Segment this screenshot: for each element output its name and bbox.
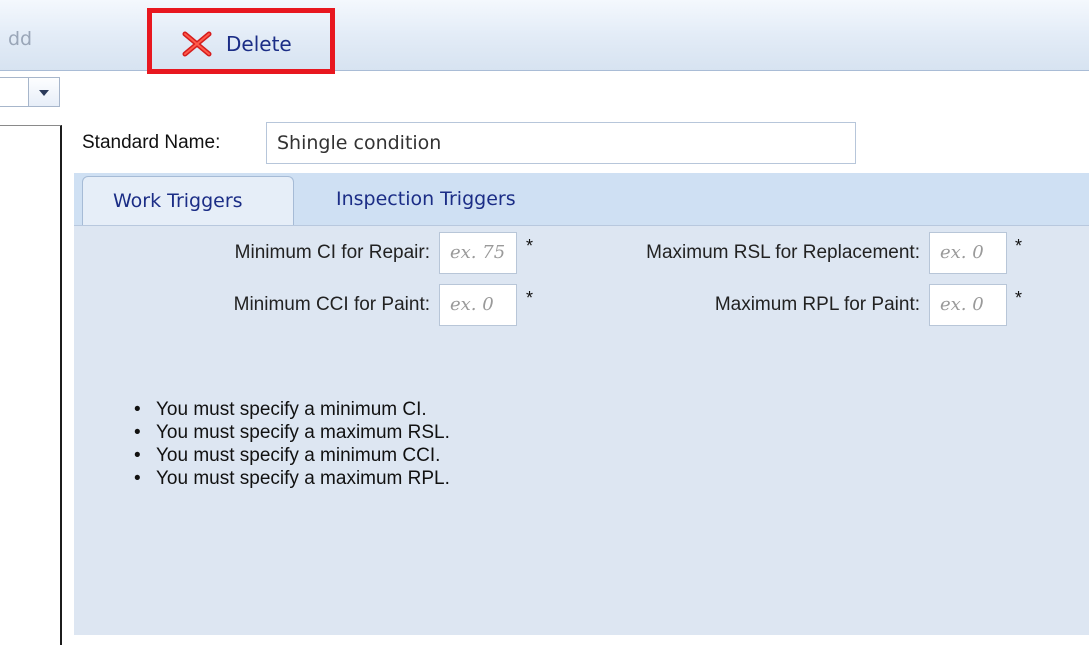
required-mark: * [1015,236,1023,256]
validation-message: You must specify a minimum CCI. [134,444,450,467]
delete-button-label: Delete [226,32,292,56]
min-cci-input[interactable]: ex. 0 [439,284,517,326]
standard-name-input[interactable]: Shingle condition [266,122,856,164]
min-cci-label: Minimum CCI for Paint: [233,294,430,315]
chevron-down-icon[interactable] [28,78,59,106]
validation-message: You must specify a minimum CI. [134,398,450,421]
max-rsl-input[interactable]: ex. 0 [929,232,1007,274]
validation-summary: You must specify a minimum CI. You must … [134,398,450,490]
left-combo-box[interactable] [0,77,60,107]
max-rpl-input[interactable]: ex. 0 [929,284,1007,326]
validation-message: You must specify a maximum RSL. [134,421,450,444]
required-mark: * [526,236,534,256]
tab-work-triggers[interactable]: Work Triggers [82,176,294,226]
required-mark: * [1015,288,1023,308]
standard-name-label: Standard Name: [82,132,221,153]
red-x-icon [182,31,212,57]
max-rpl-label: Maximum RPL for Paint: [714,294,920,315]
add-button-label[interactable]: dd [8,28,32,50]
tab-inspection-triggers[interactable]: Inspection Triggers [336,188,516,210]
toolbar: dd Delete [0,0,1089,74]
required-mark: * [526,288,534,308]
min-ci-label: Minimum CI for Repair: [234,242,430,263]
delete-button[interactable]: Delete [147,8,335,74]
max-rsl-label: Maximum RSL for Replacement: [646,242,920,263]
min-ci-input[interactable]: ex. 75 [439,232,517,274]
left-list-panel[interactable] [0,125,62,645]
validation-message: You must specify a maximum RPL. [134,467,450,490]
